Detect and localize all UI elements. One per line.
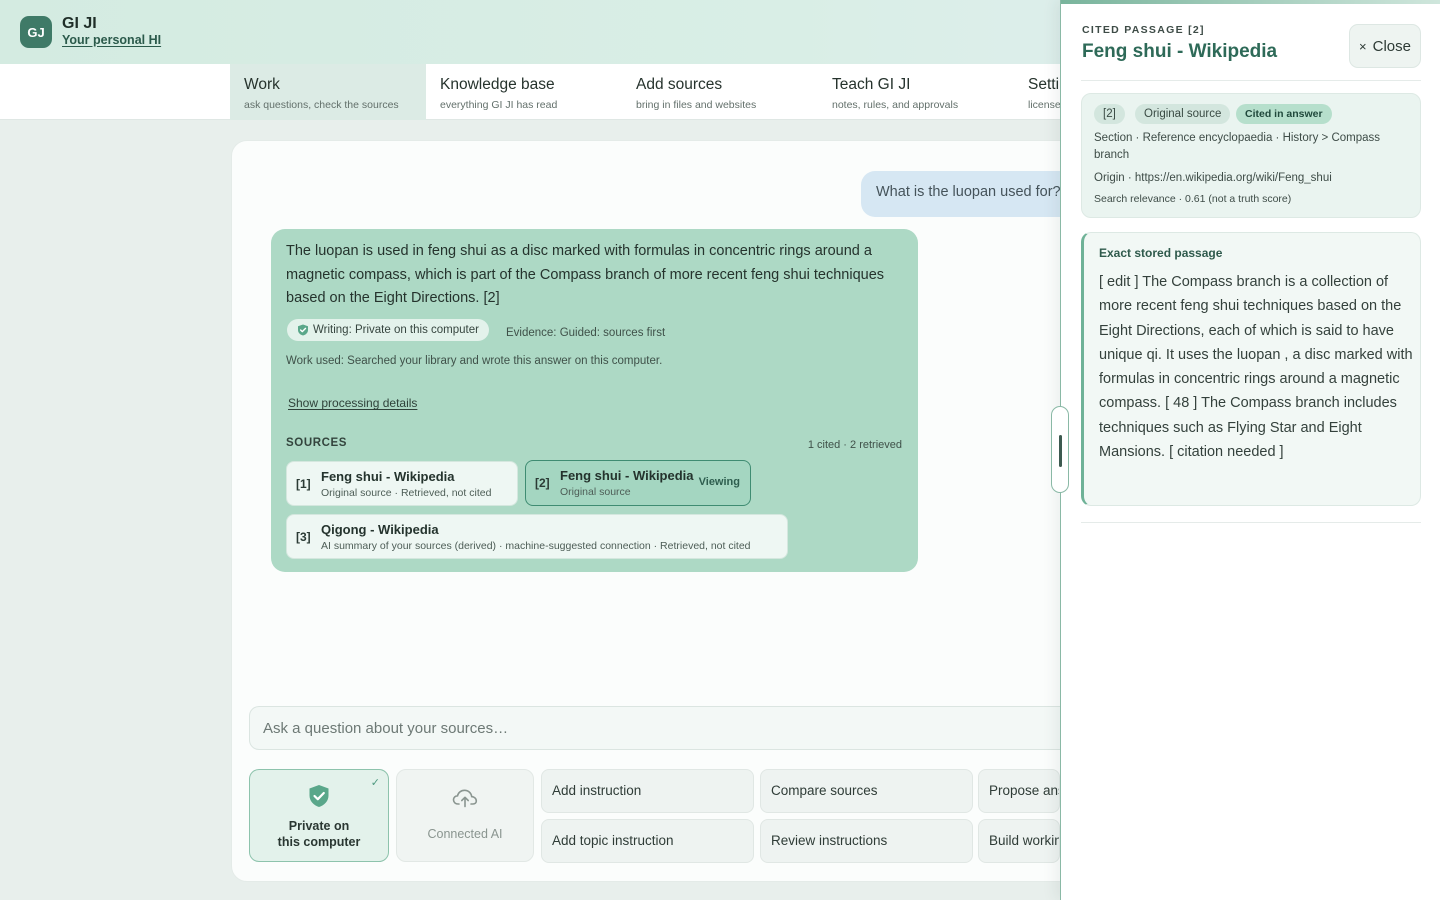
source-type-badge: Original source	[1135, 104, 1231, 124]
tab-title: Work	[244, 76, 280, 93]
close-icon: ×	[1359, 38, 1367, 54]
app-subtitle-link[interactable]: Your personal HI	[62, 33, 161, 47]
tab-teach[interactable]: Teach GI JI notes, rules, and approvals	[818, 64, 1014, 120]
mode-label: Connected AI	[427, 827, 503, 841]
source-chip-3[interactable]: [3] Qigong - Wikipedia AI summary of you…	[286, 514, 788, 559]
source-title: Feng shui - Wikipedia	[321, 469, 455, 484]
compare-sources-button[interactable]: Compare sources	[760, 769, 973, 813]
add-topic-instruction-button[interactable]: Add topic instruction	[541, 819, 754, 863]
answer-text: The luopan is used in feng shui as a dis…	[286, 243, 885, 306]
writing-mode-pill: Writing: Private on this computer	[287, 319, 489, 341]
panel-title: Feng shui - Wikipedia	[1082, 41, 1278, 62]
tab-subtitle: everything GI JI has read	[440, 99, 558, 111]
mode-private-on-computer[interactable]: ✓ Private on this computer	[249, 769, 389, 862]
source-number: [1]	[296, 477, 311, 491]
work-used-text: Work used: Searched your library and wro…	[286, 355, 663, 367]
citation-number-badge: [2]	[1094, 104, 1125, 124]
shield-check-icon	[298, 324, 308, 336]
panel-resize-handle[interactable]	[1051, 406, 1069, 493]
viewing-label: Viewing	[698, 476, 740, 488]
writing-mode-label: Writing: Private on this computer	[313, 324, 479, 336]
check-icon: ✓	[370, 777, 380, 789]
evidence-mode: Evidence: Guided: sources first	[506, 327, 666, 339]
close-label: Close	[1372, 37, 1411, 55]
mode-label-line: Private on	[288, 819, 350, 833]
source-chip-2[interactable]: [2] Feng shui - Wikipedia Original sourc…	[525, 460, 751, 506]
stored-passage-card: Exact stored passage [ edit ] The Compas…	[1081, 232, 1421, 506]
show-processing-details-link[interactable]: Show processing details	[288, 396, 417, 410]
panel-accent-bar	[1061, 0, 1440, 4]
source-subtitle: Original source	[560, 486, 631, 498]
panel-kicker: CITED PASSAGE [2]	[1082, 24, 1205, 36]
tab-title: Add sources	[636, 76, 723, 93]
answer-bubble: The luopan is used in feng shui as a dis…	[271, 229, 918, 572]
mode-connected-ai[interactable]: Connected AI	[396, 769, 534, 862]
divider	[1081, 80, 1421, 81]
tab-subtitle: notes, rules, and approvals	[832, 99, 959, 111]
tab-add-sources[interactable]: Add sources bring in files and websites	[622, 64, 818, 120]
origin-url[interactable]: Origin · https://en.wikipedia.org/wiki/F…	[1094, 170, 1412, 187]
sources-heading: SOURCES	[286, 437, 348, 449]
passage-heading: Exact stored passage	[1099, 246, 1223, 260]
build-working-button[interactable]: Build working	[978, 819, 1060, 863]
tab-subtitle: bring in files and websites	[636, 99, 757, 111]
search-relevance: Search relevance · 0.61 (not a truth sco…	[1094, 193, 1292, 205]
tab-title: Knowledge base	[440, 76, 555, 93]
shield-check-icon	[309, 785, 329, 807]
sources-count: 1 cited · 2 retrieved	[807, 439, 902, 451]
tab-title: Teach GI JI	[832, 76, 911, 93]
passage-metadata-card: [2] Original source Cited in answer Sect…	[1081, 93, 1421, 218]
cited-passage-panel: CITED PASSAGE [2] Feng shui - Wikipedia …	[1060, 0, 1440, 900]
source-title: Qigong - Wikipedia	[321, 522, 439, 537]
source-number: [2]	[535, 476, 550, 490]
tab-subtitle: ask questions, check the sources	[244, 99, 399, 111]
tab-knowledge-base[interactable]: Knowledge base everything GI JI has read	[426, 64, 622, 120]
section-path: Section · Reference encyclopaedia · Hist…	[1094, 132, 1381, 161]
mode-label-line: this computer	[277, 835, 361, 849]
divider	[1081, 522, 1421, 523]
cited-status-badge: Cited in answer	[1236, 104, 1332, 124]
avatar[interactable]: GJ	[20, 16, 52, 48]
source-chip-1[interactable]: [1] Feng shui - Wikipedia Original sourc…	[286, 461, 518, 506]
close-button[interactable]: × Close	[1349, 24, 1421, 68]
review-instructions-button[interactable]: Review instructions	[760, 819, 973, 863]
app-name: GI JI	[62, 15, 97, 32]
tab-work[interactable]: Work ask questions, check the sources	[230, 64, 426, 120]
source-subtitle: Original source · Retrieved, not cited	[321, 487, 492, 499]
passage-text: [ edit ] The Compass branch is a collect…	[1099, 274, 1413, 461]
source-subtitle: AI summary of your sources (derived) · m…	[321, 540, 751, 552]
source-title: Feng shui - Wikipedia	[560, 468, 694, 483]
source-number: [3]	[296, 530, 311, 544]
add-instruction-button[interactable]: Add instruction	[541, 769, 754, 813]
grip-icon	[1059, 435, 1062, 467]
propose-answer-button[interactable]: Propose answer	[978, 769, 1060, 813]
cloud-upload-icon	[452, 789, 478, 808]
mode-label: Private on this computer	[250, 818, 388, 850]
